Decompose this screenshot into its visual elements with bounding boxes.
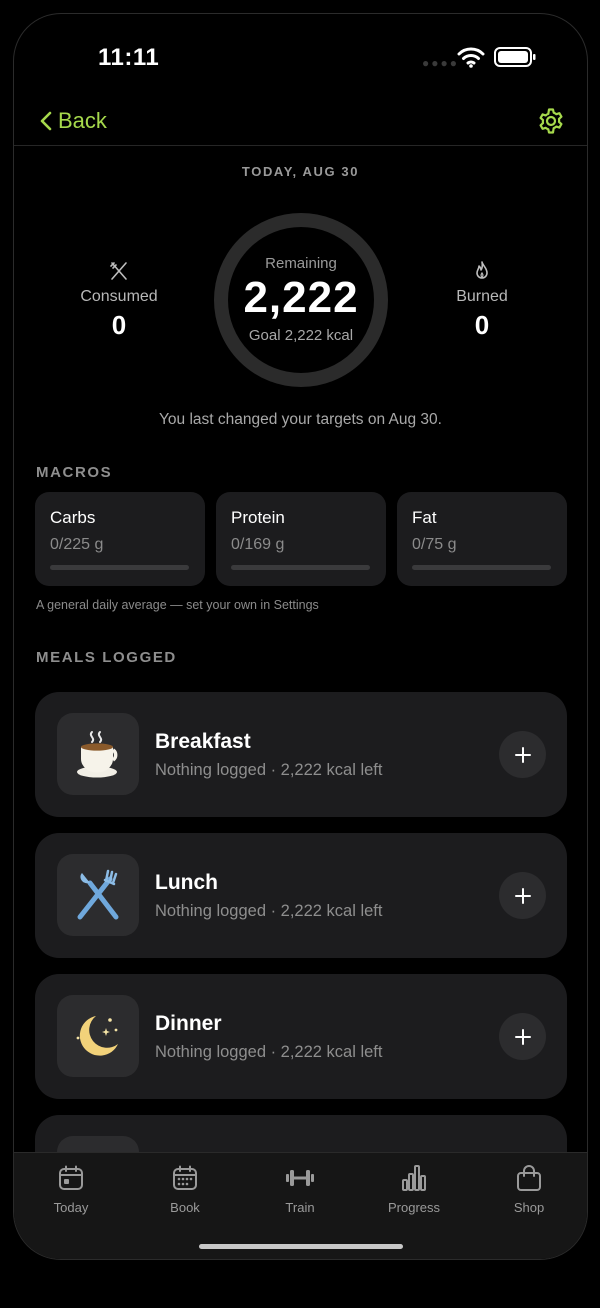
meal-thumbnail [57,854,139,936]
back-label: Back [58,108,107,133]
back-button[interactable]: Back [40,106,107,136]
plus-icon [514,746,531,763]
home-indicator [199,1244,403,1249]
meals-title: MEALS LOGGED [36,649,177,666]
calendar-icon [59,1165,83,1190]
meal-thumbnail [57,713,139,795]
burned-value: 0 [474,310,490,340]
meal-title: Lunch [155,871,218,894]
meal-title: Dinner [155,1012,222,1035]
plus-icon [514,887,531,904]
macro-name: Protein [231,508,285,527]
signal-dots-icon: ●●●● [422,56,459,70]
burned-label: Burned [456,288,508,305]
meal-thumbnail [57,995,139,1077]
targets-note: You last changed your targets on Aug 30. [159,411,442,428]
fork-knife-icon [77,869,119,920]
consumed-value: 0 [111,310,127,340]
calendar-grid-icon [173,1165,197,1190]
wifi-icon [457,47,485,68]
add-lunch-button[interactable] [499,872,546,919]
burned-stat: Burned 0 [422,260,542,341]
status-bar: 11:11 ●●●● [14,14,587,94]
tab-today[interactable]: Today [21,1163,121,1215]
tab-shop[interactable]: Shop [479,1163,579,1215]
gear-icon[interactable] [537,107,565,135]
macro-name: Carbs [50,508,96,527]
tab-book[interactable]: Book [135,1163,235,1215]
macro-card-fat[interactable]: Fat 0/75 g [397,492,567,586]
tab-label: Today [53,1200,89,1215]
tab-label: Book [170,1200,200,1215]
macro-card-carbs[interactable]: Carbs 0/225 g [35,492,205,586]
meal-status: Nothing logged · 2,222 kcal left [155,761,383,779]
status-time: 11:11 [98,44,160,71]
meal-title: Breakfast [155,730,251,753]
add-dinner-button[interactable] [499,1013,546,1060]
battery-icon [494,47,536,67]
macro-card-protein[interactable]: Protein 0/169 g [216,492,386,586]
bar-chart-icon [402,1165,426,1191]
macro-progress-bar [50,565,189,570]
tab-bar: Today Book Train Progress Shop [14,1152,587,1259]
remaining-value: 2,222 [243,273,359,322]
meal-card-dinner[interactable]: Dinner Nothing logged · 2,222 kcal left [35,974,567,1099]
chevron-left-icon [40,111,52,131]
tab-train[interactable]: Train [250,1163,350,1215]
meal-status: Nothing logged · 2,222 kcal left [155,1043,383,1061]
meal-status: Nothing logged · 2,222 kcal left [155,902,383,920]
macros-hint: A general daily average — set your own i… [36,598,319,612]
macros-title: MACROS [36,464,113,481]
dumbbell-icon [286,1170,314,1186]
tab-label: Shop [513,1200,545,1215]
tab-label: Progress [387,1200,441,1215]
flame-icon [476,261,488,279]
moon-stars-icon [76,1016,118,1056]
consumed-stat: Consumed 0 [59,260,179,341]
shopping-bag-icon [517,1165,541,1191]
consumed-label: Consumed [80,288,158,305]
macro-name: Fat [412,508,437,527]
macro-progress-bar [412,565,551,570]
plus-icon [514,1028,531,1045]
phone-screen: 11:11 ●●●● Back TODAY, AUG 30 Consumed 0… [13,13,588,1260]
macro-progress-bar [231,565,370,570]
add-breakfast-button[interactable] [499,731,546,778]
tab-progress[interactable]: Progress [364,1163,464,1215]
nav-bar: Back [14,94,587,146]
macro-value: 0/169 g [231,536,285,553]
meal-card-breakfast[interactable]: Breakfast Nothing logged · 2,222 kcal le… [35,692,567,817]
macro-value: 0/75 g [412,536,457,553]
goal-text: Goal 2,222 kcal [248,327,354,344]
fork-knife-icon [110,262,127,280]
remaining-ring: Remaining 2,222 Goal 2,222 kcal [212,211,390,389]
date-label: TODAY, AUG 30 [241,164,360,179]
remaining-label: Remaining [265,255,337,272]
meal-card-lunch[interactable]: Lunch Nothing logged · 2,222 kcal left [35,833,567,958]
coffee-cup-icon [77,731,118,778]
tab-label: Train [285,1200,315,1215]
macro-value: 0/225 g [50,536,104,553]
